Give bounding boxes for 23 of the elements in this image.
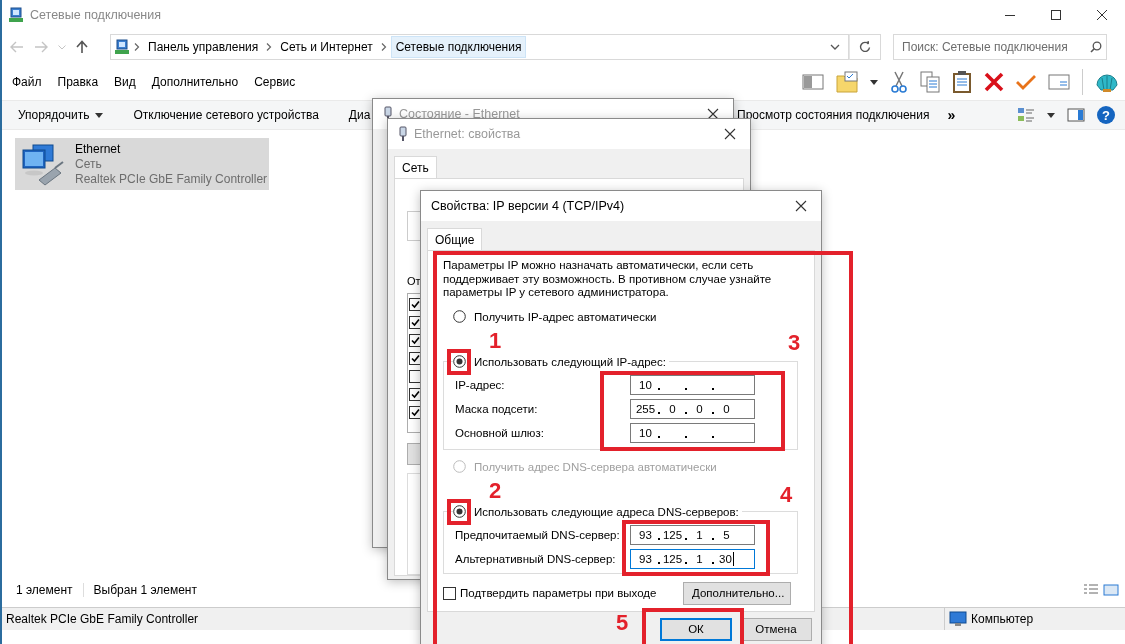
connection-type: Сеть [75,157,103,172]
field-label: IP-адрес: [455,378,506,391]
description-text: Параметры IP можно назначать автоматически, если сеть поддерживает эту возможность. В противном случае узнайте параметры IP у сетевого администратора. [443,259,773,300]
dialog-title: Ethernet: свойства [414,127,521,141]
field-label: Маска подсети: [455,402,539,415]
selection-count: Выбран 1 элемент [93,583,197,597]
item-count: 1 элемент [16,583,84,597]
annotation-number: 3 [788,331,801,354]
zone-label: Компьютер [971,612,1034,626]
annotation-number: 1 [489,329,502,352]
window-title: Сетевые подключения [30,8,161,22]
annotation-number: 2 [489,479,502,502]
components-label: От [407,275,421,287]
dialog-title: Свойства: IP версии 4 (TCP/IPv4) [431,199,625,213]
connection-name: Ethernet [75,142,122,157]
annotation-number: 5 [616,611,629,634]
field-label: Альтернативный DNS-сервер: [455,552,617,565]
connection-device: Realtek PCIe GbE Family Controller [75,172,268,187]
field-label: Предпочитаемый DNS-сервер: [455,528,621,541]
dialog-title: Состояние - Ethernet [399,107,520,121]
annotation-number: 4 [780,483,793,506]
field-label: Основной шлюз: [455,426,545,439]
details-text: Realtek PCIe GbE Family Controller [6,612,199,626]
